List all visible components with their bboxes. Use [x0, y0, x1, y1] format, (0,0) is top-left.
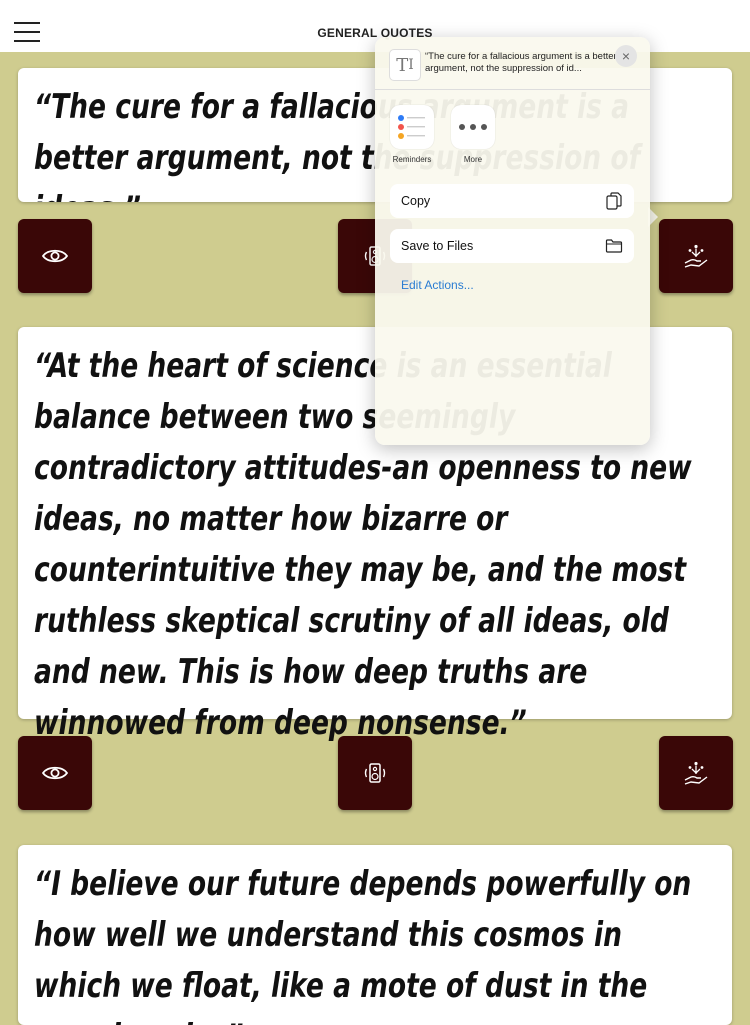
- quote-card: “I believe our future depends powerfully…: [18, 845, 732, 1025]
- quote-text: “I believe our future depends powerfully…: [34, 864, 692, 1025]
- share-sheet: TI “The cure for a fallacious argument i…: [375, 37, 650, 445]
- close-button[interactable]: ×: [615, 45, 637, 67]
- view-button[interactable]: [18, 736, 92, 810]
- more-icon: [451, 105, 495, 149]
- edit-actions-link[interactable]: Edit Actions...: [401, 278, 474, 292]
- save-to-files-label: Save to Files: [401, 239, 474, 253]
- share-preview-text: “The cure for a fallacious argument is a…: [425, 51, 617, 74]
- text-document-icon: TI: [389, 49, 421, 81]
- view-button[interactable]: [18, 219, 92, 293]
- eye-icon: [41, 766, 69, 780]
- hand-share-icon: [684, 244, 708, 268]
- hand-share-icon: [684, 761, 708, 785]
- share-sheet-header: TI “The cure for a fallacious argument i…: [375, 37, 650, 90]
- speaker-icon: [364, 763, 386, 783]
- app-reminders[interactable]: Reminders: [390, 105, 434, 164]
- copy-action[interactable]: Copy: [390, 184, 634, 218]
- app-label: Reminders: [392, 155, 432, 164]
- app-label: More: [463, 155, 483, 164]
- share-button[interactable]: [659, 219, 733, 293]
- copy-label: Copy: [401, 194, 431, 208]
- app-more[interactable]: More: [451, 105, 495, 164]
- reminders-icon: [390, 105, 434, 149]
- share-button[interactable]: [659, 736, 733, 810]
- speak-button[interactable]: [338, 736, 412, 810]
- save-to-files-action[interactable]: Save to Files: [390, 229, 634, 263]
- copy-icon: [606, 192, 622, 210]
- folder-icon: [605, 239, 623, 253]
- eye-icon: [41, 249, 69, 263]
